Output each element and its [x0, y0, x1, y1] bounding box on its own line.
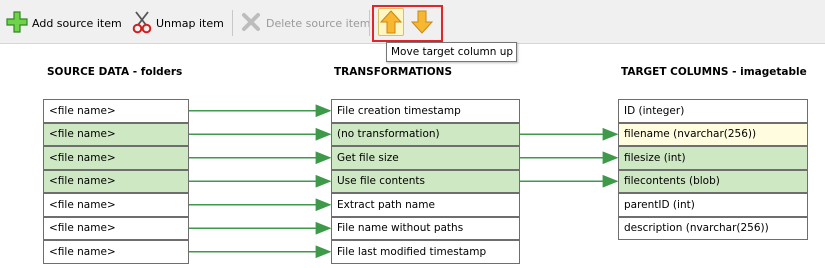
transformation-item[interactable]: Use file contents: [331, 169, 520, 193]
source-item[interactable]: <file name>: [43, 169, 189, 193]
source-item[interactable]: <file name>: [43, 122, 189, 146]
transformation-item-label: Use file contents: [337, 175, 425, 188]
toolbar-separator: [369, 10, 370, 36]
target-column-item[interactable]: parentID (int): [618, 193, 808, 217]
transformation-item-label: Extract path name: [337, 198, 435, 211]
plus-icon: [6, 10, 28, 36]
scissors-icon: [132, 10, 152, 37]
transformation-item-label: File creation timestamp: [337, 104, 461, 117]
transformation-item-label: File last modified timestamp: [337, 245, 487, 258]
source-item-label: <file name>: [49, 104, 116, 117]
unmap-item-label: Unmap item: [156, 16, 224, 30]
move-up-button[interactable]: [378, 8, 404, 36]
add-source-item-button[interactable]: Add source item: [6, 10, 122, 36]
source-item-label: <file name>: [49, 245, 116, 258]
target-column-item-label: filecontents (blob): [624, 175, 720, 188]
target-column-item[interactable]: filesize (int): [618, 146, 808, 170]
source-item-label: <file name>: [49, 151, 116, 164]
source-item[interactable]: <file name>: [43, 193, 189, 217]
source-item[interactable]: <file name>: [43, 240, 189, 264]
transformation-item-label: (no transformation): [337, 128, 440, 141]
delete-x-icon: [240, 11, 262, 36]
transformation-item[interactable]: File last modified timestamp: [331, 240, 520, 264]
transformations-column-header: TRANSFORMATIONS: [334, 66, 453, 78]
transformation-item[interactable]: Get file size: [331, 146, 520, 170]
transformation-item[interactable]: File name without paths: [331, 216, 520, 240]
source-item[interactable]: <file name>: [43, 146, 189, 170]
source-column-header: SOURCE DATA - folders: [47, 66, 183, 78]
toolbar-separator: [232, 10, 233, 36]
source-item-label: <file name>: [49, 222, 116, 235]
delete-source-item-button[interactable]: Delete source item: [240, 10, 371, 36]
target-column-header: TARGET COLUMNS - imagetable: [621, 66, 807, 78]
transformation-item-label: File name without paths: [337, 222, 464, 235]
add-source-item-label: Add source item: [32, 16, 122, 30]
target-column-item[interactable]: ID (integer): [618, 99, 808, 123]
target-column-item-label: filename (nvarchar(256)): [624, 128, 757, 141]
source-item[interactable]: <file name>: [43, 216, 189, 240]
transformation-item[interactable]: Extract path name: [331, 193, 520, 217]
target-column-item[interactable]: filecontents (blob): [618, 169, 808, 193]
target-column-item-label: filesize (int): [624, 151, 686, 164]
target-column-item-label: ID (integer): [624, 104, 685, 117]
target-column-item[interactable]: filename (nvarchar(256)): [618, 122, 808, 146]
source-item-label: <file name>: [49, 175, 116, 188]
transformation-item-label: Get file size: [337, 151, 399, 164]
delete-source-item-label: Delete source item: [266, 16, 371, 30]
move-down-button[interactable]: [409, 8, 435, 36]
target-column-item-label: parentID (int): [624, 198, 695, 211]
transformation-item[interactable]: (no transformation): [331, 122, 520, 146]
transformation-item[interactable]: File creation timestamp: [331, 99, 520, 123]
source-item[interactable]: <file name>: [43, 99, 189, 123]
tooltip: Move target column up: [386, 42, 517, 62]
target-column-item-label: description (nvarchar(256)): [624, 222, 769, 235]
unmap-item-button[interactable]: Unmap item: [132, 10, 224, 36]
target-column-item[interactable]: description (nvarchar(256)): [618, 216, 808, 240]
source-item-label: <file name>: [49, 128, 116, 141]
source-item-label: <file name>: [49, 198, 116, 211]
